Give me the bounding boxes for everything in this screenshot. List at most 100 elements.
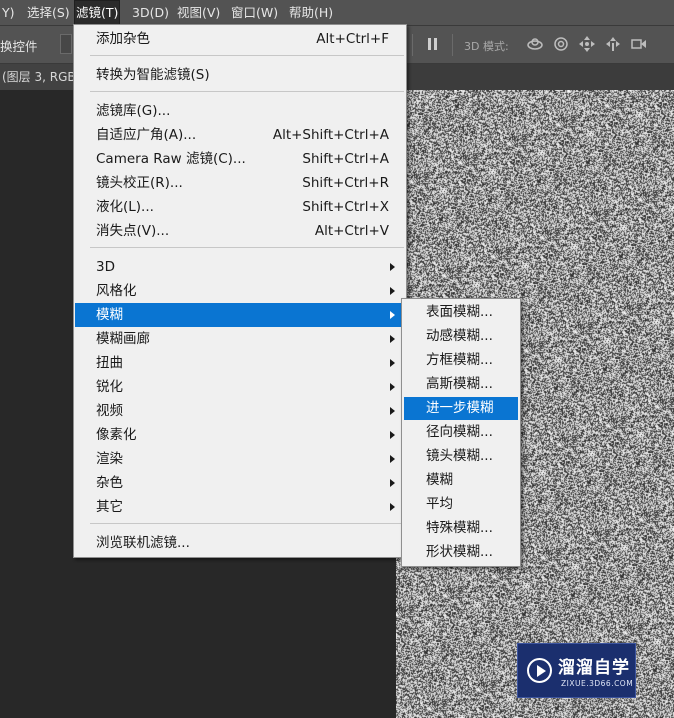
submenu-item-gaussian-blur[interactable]: 高斯模糊... (404, 373, 518, 396)
menu-view[interactable]: 视图(V) (175, 0, 222, 26)
menu-item-video[interactable]: 视频 (75, 399, 405, 423)
distribute-icon[interactable] (424, 35, 442, 53)
submenu-arrow-icon (390, 503, 395, 511)
submenu-item-label: 表面模糊... (426, 304, 493, 320)
submenu-item-radial-blur[interactable]: 径向模糊... (404, 421, 518, 444)
menu-item-label: 其它 (96, 499, 123, 515)
submenu-item-lens-blur[interactable]: 镜头模糊... (404, 445, 518, 468)
menu-item-browse-online-filters[interactable]: 浏览联机滤镜... (75, 531, 405, 555)
menu-item-label: 模糊 (96, 307, 123, 323)
submenu-arrow-icon (390, 407, 395, 415)
watermark-logo: 溜溜自学 ZIXUE.3D66.COM (517, 643, 636, 698)
submenu-arrow-icon (390, 287, 395, 295)
submenu-item-label: 特殊模糊... (426, 520, 493, 536)
menu-select[interactable]: 选择(S) (25, 0, 72, 26)
menu-3d[interactable]: 3D(D) (130, 0, 171, 26)
scale-3d-icon[interactable] (630, 35, 648, 53)
menu-item-blur[interactable]: 模糊 (75, 303, 405, 327)
transform-controls-label[interactable]: 换控件 (0, 36, 38, 55)
menu-item-other[interactable]: 其它 (75, 495, 405, 519)
menu-item-pixelate[interactable]: 像素化 (75, 423, 405, 447)
blur-submenu: 表面模糊... 动感模糊... 方框模糊... 高斯模糊... 进一步模糊 径向… (401, 298, 521, 567)
menu-separator (90, 523, 404, 524)
submenu-item-motion-blur[interactable]: 动感模糊... (404, 325, 518, 348)
menu-item-shortcut: Shift+Ctrl+R (302, 175, 389, 191)
mode-3d-label: 3D 模式: (464, 40, 509, 53)
menu-item-label: 滤镜库(G)... (96, 103, 171, 119)
menu-item-label: 消失点(V)... (96, 223, 170, 239)
menu-item-label: 添加杂色 (96, 31, 150, 47)
menu-image-partial[interactable]: Y) (0, 0, 17, 26)
menu-item-sharpen[interactable]: 锐化 (75, 375, 405, 399)
menu-item-label: 模糊画廊 (96, 331, 150, 347)
align-button[interactable] (60, 34, 72, 54)
menu-item-label: 锐化 (96, 379, 123, 395)
filter-menu: 添加杂色 Alt+Ctrl+F 转换为智能滤镜(S) 滤镜库(G)... 自适应… (73, 24, 407, 558)
submenu-arrow-icon (390, 455, 395, 463)
menu-separator (90, 247, 404, 248)
submenu-item-label: 镜头模糊... (426, 448, 493, 464)
menu-separator (90, 55, 404, 56)
menu-item-3d[interactable]: 3D (75, 255, 405, 279)
menu-item-filter-gallery[interactable]: 滤镜库(G)... (75, 99, 405, 123)
document-tab[interactable]: (图层 3, RGB (0, 64, 82, 90)
submenu-item-label: 形状模糊... (426, 544, 493, 560)
submenu-item-label: 平均 (426, 496, 453, 512)
menu-item-label: 镜头校正(R)... (96, 175, 183, 191)
menu-item-label: 杂色 (96, 475, 123, 491)
submenu-item-surface-blur[interactable]: 表面模糊... (404, 301, 518, 324)
submenu-arrow-icon (390, 263, 395, 271)
submenu-item-box-blur[interactable]: 方框模糊... (404, 349, 518, 372)
submenu-arrow-icon (390, 311, 395, 319)
menu-item-lens-correction[interactable]: 镜头校正(R)... Shift+Ctrl+R (75, 171, 405, 195)
menu-item-label: 转换为智能滤镜(S) (96, 67, 210, 83)
submenu-arrow-icon (390, 383, 395, 391)
menu-item-label: Camera Raw 滤镜(C)... (96, 151, 246, 167)
menu-item-add-noise[interactable]: 添加杂色 Alt+Ctrl+F (75, 27, 405, 51)
menu-window[interactable]: 窗口(W) (229, 0, 280, 26)
submenu-arrow-icon (390, 431, 395, 439)
menu-item-label: 渲染 (96, 451, 123, 467)
menu-item-label: 自适应广角(A)... (96, 127, 197, 143)
menu-item-shortcut: Alt+Shift+Ctrl+A (272, 127, 389, 143)
menu-item-shortcut: Shift+Ctrl+X (302, 199, 389, 215)
orbit-3d-icon[interactable] (526, 35, 544, 53)
submenu-item-label: 进一步模糊 (426, 400, 494, 416)
menu-filter[interactable]: 滤镜(T) (74, 0, 121, 26)
submenu-item-label: 径向模糊... (426, 424, 493, 440)
menu-item-blur-gallery[interactable]: 模糊画廊 (75, 327, 405, 351)
menu-item-shortcut: Shift+Ctrl+A (302, 151, 389, 167)
menu-help[interactable]: 帮助(H) (287, 0, 335, 26)
menu-item-label: 液化(L)... (96, 199, 154, 215)
options-divider-2 (452, 34, 453, 56)
menu-item-vanishing-point[interactable]: 消失点(V)... Alt+Ctrl+V (75, 219, 405, 243)
submenu-item-label: 方框模糊... (426, 352, 493, 368)
menu-item-render[interactable]: 渲染 (75, 447, 405, 471)
pan-3d-icon[interactable] (578, 35, 596, 53)
menu-item-shortcut: Alt+Ctrl+F (316, 31, 389, 47)
submenu-item-smart-blur[interactable]: 特殊模糊... (404, 517, 518, 540)
menu-item-noise[interactable]: 杂色 (75, 471, 405, 495)
menu-item-camera-raw[interactable]: Camera Raw 滤镜(C)... Shift+Ctrl+A (75, 147, 405, 171)
menu-item-label: 浏览联机滤镜... (96, 535, 190, 551)
menu-item-convert-smart-filter[interactable]: 转换为智能滤镜(S) (75, 63, 405, 87)
submenu-item-average[interactable]: 平均 (404, 493, 518, 516)
menu-item-distort[interactable]: 扭曲 (75, 351, 405, 375)
menu-item-liquify[interactable]: 液化(L)... Shift+Ctrl+X (75, 195, 405, 219)
menu-item-stylize[interactable]: 风格化 (75, 279, 405, 303)
roll-3d-icon[interactable] (552, 35, 570, 53)
menu-item-shortcut: Alt+Ctrl+V (314, 223, 389, 239)
slide-3d-icon[interactable] (604, 35, 622, 53)
submenu-item-shape-blur[interactable]: 形状模糊... (404, 541, 518, 564)
watermark-url: ZIXUE.3D66.COM (561, 679, 634, 688)
menu-item-label: 视频 (96, 403, 123, 419)
menu-separator (90, 91, 404, 92)
submenu-item-blur-more[interactable]: 进一步模糊 (404, 397, 518, 420)
submenu-item-label: 模糊 (426, 472, 453, 488)
menu-item-label: 扭曲 (96, 355, 123, 371)
submenu-item-blur[interactable]: 模糊 (404, 469, 518, 492)
menu-item-label: 像素化 (96, 427, 137, 443)
watermark-title: 溜溜自学 (558, 658, 630, 678)
menu-bar: Y) 选择(S) 滤镜(T) 3D(D) 视图(V) 窗口(W) 帮助(H) (0, 0, 674, 26)
menu-item-adaptive-wide-angle[interactable]: 自适应广角(A)... Alt+Shift+Ctrl+A (75, 123, 405, 147)
